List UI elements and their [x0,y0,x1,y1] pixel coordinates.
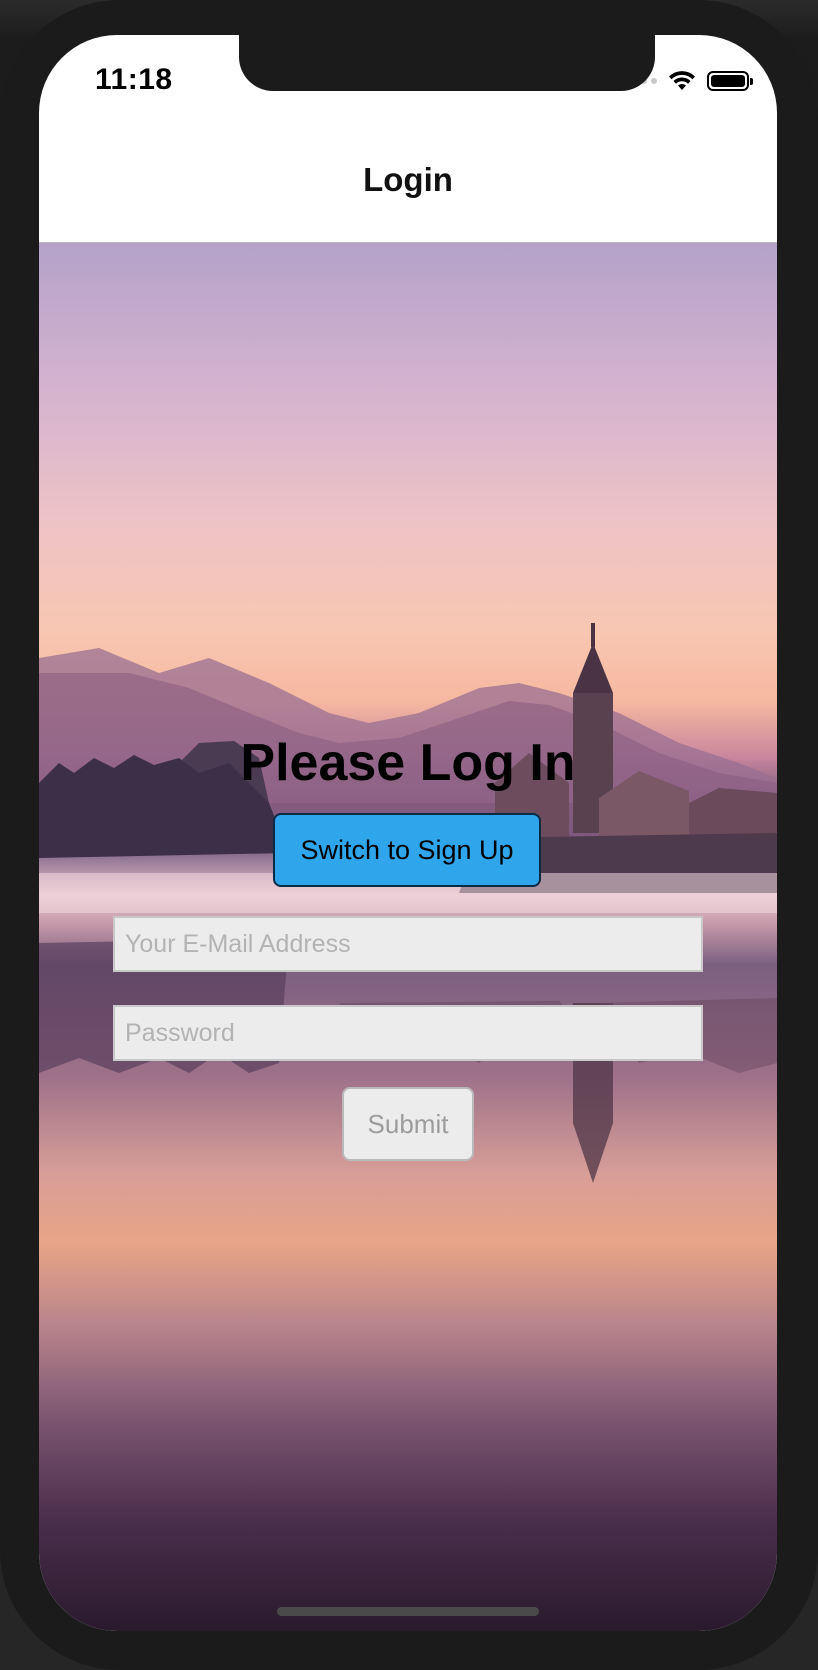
nav-title: Login [363,160,453,198]
login-content: Please Log In Switch to Sign Up Submit [39,243,777,1631]
switch-to-sign-up-button[interactable]: Switch to Sign Up [273,813,541,887]
notch [239,35,655,91]
battery-icon [707,71,753,91]
email-field[interactable] [113,916,703,972]
wifi-icon [669,71,695,90]
status-time: 11:18 [95,63,173,96]
phone-screen: 11:18 Login Please Log In Switch to Sign… [39,35,777,1631]
page-heading: Please Log In [240,734,576,792]
navigation-bar: Login [39,127,777,243]
phone-frame: 11:18 Login Please Log In Switch to Sign… [0,0,818,1670]
password-field[interactable] [113,1005,703,1061]
submit-button[interactable]: Submit [342,1087,474,1161]
home-indicator[interactable] [277,1607,539,1616]
